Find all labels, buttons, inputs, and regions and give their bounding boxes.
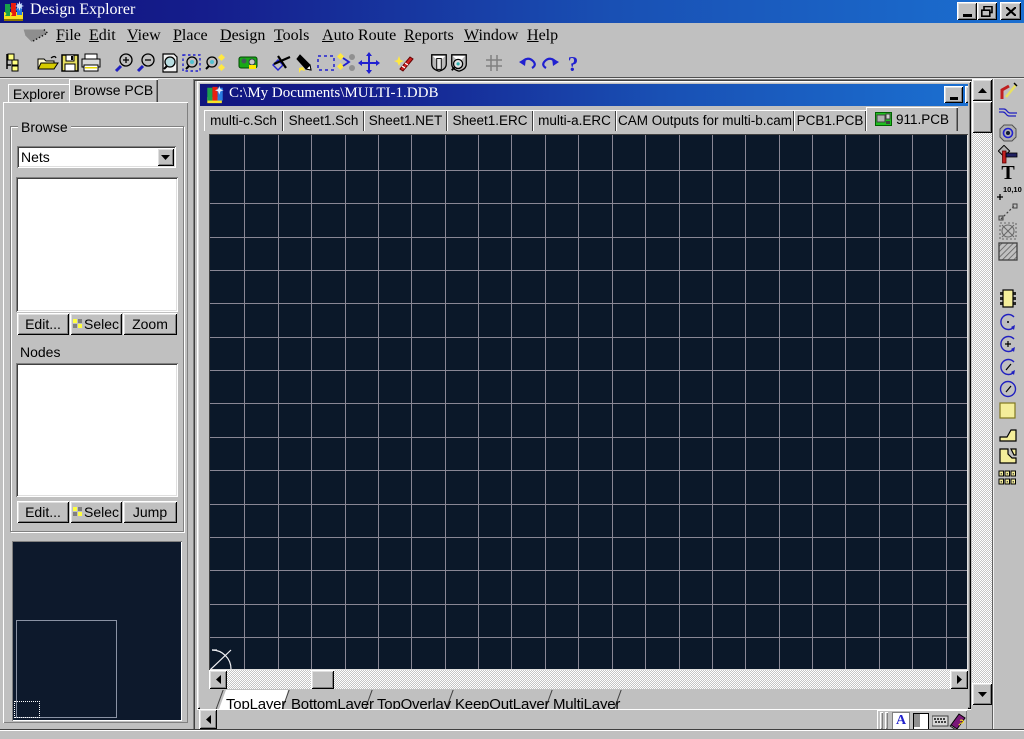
svg-text:10,10: 10,10	[1003, 185, 1022, 194]
